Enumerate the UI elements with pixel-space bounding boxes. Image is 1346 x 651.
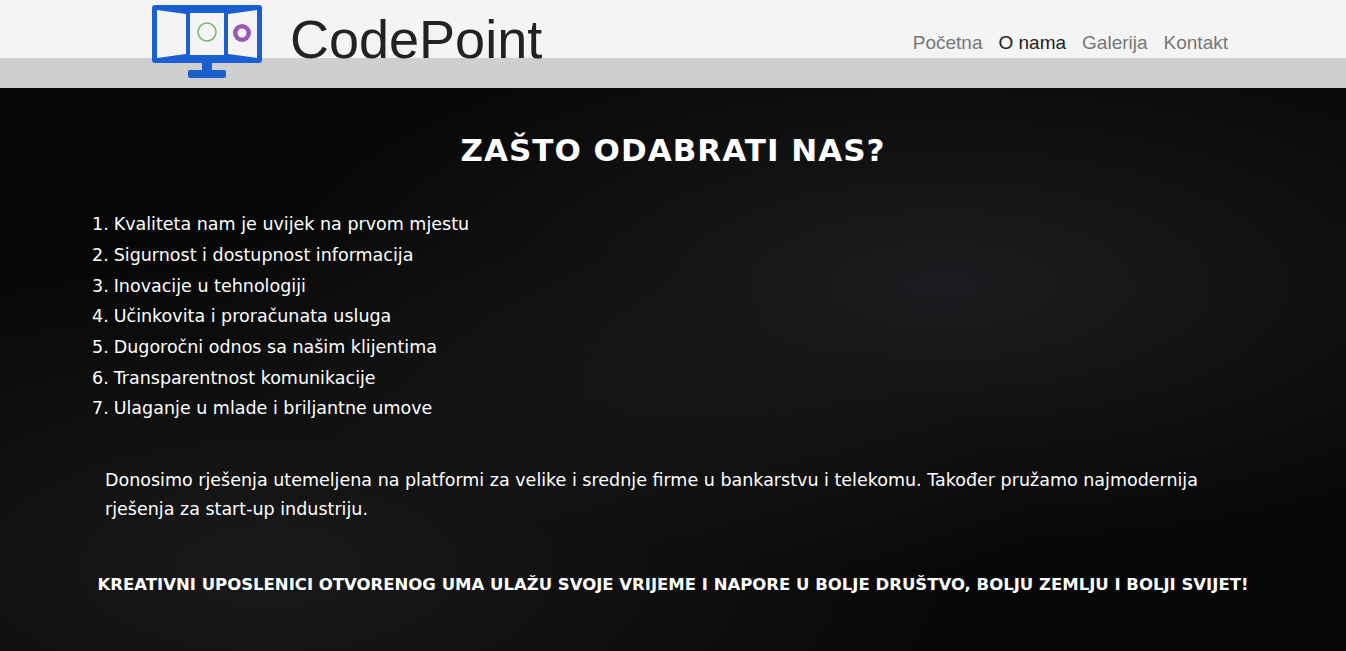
slogan: KREATIVNI UPOSLENICI OTVORENOG UMA ULAŽU… <box>20 574 1326 595</box>
reason-number: 7. <box>92 398 109 418</box>
reason-number: 6. <box>92 368 109 388</box>
nav-link[interactable]: Kontakt <box>1164 32 1228 55</box>
intro-paragraph: Donosimo rješenja utemeljena na platform… <box>105 466 1246 524</box>
reason-number: 3. <box>92 276 109 296</box>
reason-number: 1. <box>92 214 109 234</box>
main-nav: Početna O nama Galerija Kontakt <box>913 32 1228 55</box>
monitor-logo-icon[interactable] <box>150 2 264 82</box>
reason-item: 1.Kvaliteta nam je uvijek na prvom mjest… <box>92 209 1346 240</box>
reason-text: Inovacije u tehnologiji <box>114 276 306 296</box>
nav-link[interactable]: Početna <box>913 32 983 55</box>
reason-number: 2. <box>92 245 109 265</box>
about-section: ZAŠTO ODABRATI NAS? 1.Kvaliteta nam je u… <box>0 88 1346 651</box>
nav-link[interactable]: Galerija <box>1082 32 1147 55</box>
reason-number: 4. <box>92 306 109 326</box>
reason-text: Kvaliteta nam je uvijek na prvom mjestu <box>114 214 469 234</box>
reason-item: 6.Transparentnost komunikacije <box>92 363 1346 394</box>
reason-number: 5. <box>92 337 109 357</box>
reasons-list: 1.Kvaliteta nam je uvijek na prvom mjest… <box>92 209 1346 424</box>
reason-item: 4.Učinkovita i proračunata usluga <box>92 301 1346 332</box>
reason-text: Dugoročni odnos sa našim klijentima <box>114 337 437 357</box>
reason-text: Ulaganje u mlade i briljantne umove <box>114 398 433 418</box>
section-title: ZAŠTO ODABRATI NAS? <box>0 132 1346 169</box>
reason-item: 2.Sigurnost i dostupnost informacija <box>92 240 1346 271</box>
reason-item: 7.Ulaganje u mlade i briljantne umove <box>92 393 1346 424</box>
reason-text: Sigurnost i dostupnost informacija <box>114 245 414 265</box>
site-header: CodePoint Početna O nama Galerija Kontakt <box>0 0 1346 88</box>
reason-text: Transparentnost komunikacije <box>114 368 376 388</box>
reason-item: 3.Inovacije u tehnologiji <box>92 271 1346 302</box>
reason-text: Učinkovita i proračunata usluga <box>114 306 392 326</box>
nav-link[interactable]: O nama <box>998 32 1066 55</box>
brand-name[interactable]: CodePoint <box>290 12 542 66</box>
reason-item: 5.Dugoročni odnos sa našim klijentima <box>92 332 1346 363</box>
